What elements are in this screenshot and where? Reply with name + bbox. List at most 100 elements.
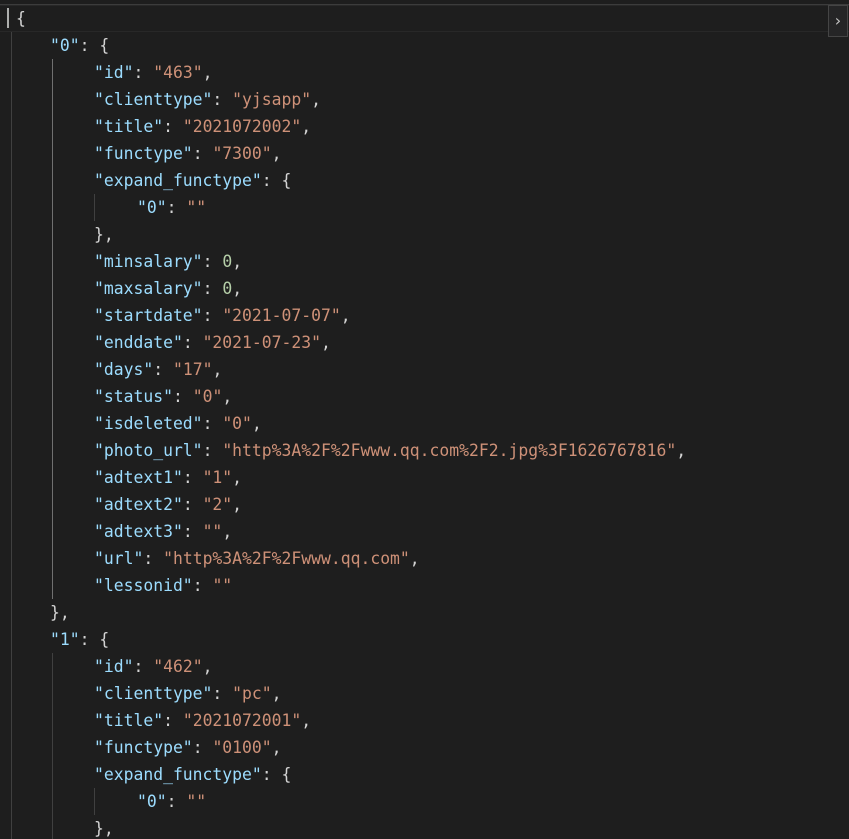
colon: : bbox=[182, 468, 203, 487]
code-line: "clienttype": "pc", bbox=[94, 680, 282, 707]
json-key: "status" bbox=[94, 387, 173, 406]
find-widget-toggle-button[interactable]: › bbox=[828, 5, 848, 37]
comma: , bbox=[202, 657, 213, 676]
comma: , bbox=[301, 117, 312, 136]
indent-guide bbox=[11, 32, 12, 839]
code-line: }, bbox=[94, 221, 114, 248]
code-line: "title": "2021072002", bbox=[94, 113, 311, 140]
root-open-brace: { bbox=[16, 9, 26, 28]
open-brace: { bbox=[281, 765, 292, 784]
json-value: "" bbox=[202, 522, 223, 541]
json-key: "isdeleted" bbox=[94, 414, 203, 433]
colon: : bbox=[202, 306, 223, 325]
json-value: "2021072002" bbox=[182, 117, 302, 136]
colon: : bbox=[163, 711, 183, 730]
json-key: "expand_functype" bbox=[94, 171, 262, 190]
code-line: "isdeleted": "0", bbox=[94, 410, 262, 437]
code-line: "enddate": "2021-07-23", bbox=[94, 329, 331, 356]
close-brace: }, bbox=[94, 819, 114, 838]
code-line: "0": "" bbox=[137, 788, 206, 815]
code-line: "maxsalary": 0, bbox=[94, 275, 242, 302]
comma: , bbox=[301, 711, 312, 730]
colon: : bbox=[143, 549, 164, 568]
comma: , bbox=[320, 333, 331, 352]
json-key: "functype" bbox=[94, 144, 193, 163]
colon: : bbox=[182, 522, 203, 541]
json-value: "0" bbox=[192, 387, 223, 406]
comma: , bbox=[409, 549, 420, 568]
json-value: "yjsapp" bbox=[232, 90, 312, 109]
comma: , bbox=[222, 387, 233, 406]
colon: : bbox=[133, 63, 154, 82]
json-key: "1" bbox=[50, 630, 80, 649]
json-key: "0" bbox=[50, 36, 80, 55]
code-line: "id": "463", bbox=[94, 59, 212, 86]
colon: : bbox=[172, 387, 193, 406]
comma: , bbox=[222, 522, 233, 541]
json-key: "enddate" bbox=[94, 333, 183, 352]
open-brace: { bbox=[99, 36, 110, 55]
comma: , bbox=[251, 414, 262, 433]
code-line: "0": { bbox=[50, 32, 109, 59]
comma: , bbox=[340, 306, 351, 325]
comma: , bbox=[232, 495, 243, 514]
code-line: "expand_functype": { bbox=[94, 167, 291, 194]
json-value: "0100" bbox=[212, 738, 272, 757]
json-value: "" bbox=[186, 198, 207, 217]
comma: , bbox=[202, 63, 213, 82]
current-line-highlight bbox=[0, 5, 849, 32]
colon: : bbox=[192, 576, 213, 595]
json-number: 0 bbox=[222, 279, 233, 298]
json-key: "adtext2" bbox=[94, 495, 183, 514]
indent-guide bbox=[94, 788, 95, 815]
comma: , bbox=[271, 144, 282, 163]
code-line: }, bbox=[94, 815, 114, 839]
comma: , bbox=[212, 360, 223, 379]
open-brace: { bbox=[281, 171, 292, 190]
colon: : bbox=[212, 684, 233, 703]
comma: , bbox=[232, 279, 243, 298]
code-line: { bbox=[16, 5, 26, 32]
json-key: "minsalary" bbox=[94, 252, 203, 271]
colon: : bbox=[202, 252, 223, 271]
json-value: "http%3A%2F%2Fwww.qq.com" bbox=[163, 549, 410, 568]
comma: , bbox=[271, 738, 282, 757]
code-line: "days": "17", bbox=[94, 356, 222, 383]
colon: : bbox=[182, 495, 203, 514]
chevron-right-icon: › bbox=[834, 11, 842, 30]
colon: : bbox=[153, 360, 173, 379]
json-number: 0 bbox=[222, 252, 233, 271]
colon: : bbox=[79, 630, 100, 649]
json-key: "0" bbox=[137, 198, 167, 217]
json-key: "startdate" bbox=[94, 306, 203, 325]
colon: : bbox=[166, 792, 187, 811]
close-brace: }, bbox=[50, 603, 70, 622]
colon: : bbox=[202, 279, 223, 298]
json-key: "days" bbox=[94, 360, 154, 379]
colon: : bbox=[133, 657, 154, 676]
code-editor[interactable]: { "0": { "id": "463", "clienttype": "yjs… bbox=[0, 0, 849, 839]
close-brace: }, bbox=[94, 225, 114, 244]
code-line: "minsalary": 0, bbox=[94, 248, 242, 275]
colon: : bbox=[192, 738, 213, 757]
code-line: "adtext2": "2", bbox=[94, 491, 242, 518]
json-value: "1" bbox=[202, 468, 233, 487]
code-line: "startdate": "2021-07-07", bbox=[94, 302, 351, 329]
colon: : bbox=[212, 90, 233, 109]
code-line: "expand_functype": { bbox=[94, 761, 291, 788]
code-line: "0": "" bbox=[137, 194, 206, 221]
code-line: "adtext1": "1", bbox=[94, 464, 242, 491]
code-line: "photo_url": "http%3A%2F%2Fwww.qq.com%2F… bbox=[94, 437, 686, 464]
json-value: "http%3A%2F%2Fwww.qq.com%2F2.jpg%3F16267… bbox=[222, 441, 677, 460]
code-line: "status": "0", bbox=[94, 383, 232, 410]
json-value: "" bbox=[186, 792, 207, 811]
comma: , bbox=[232, 252, 243, 271]
json-value: "17" bbox=[172, 360, 213, 379]
json-key: "id" bbox=[94, 657, 134, 676]
code-line: "clienttype": "yjsapp", bbox=[94, 86, 321, 113]
indent-guide bbox=[52, 653, 53, 839]
json-key: "maxsalary" bbox=[94, 279, 203, 298]
json-key: "adtext1" bbox=[94, 468, 183, 487]
code-line: "functype": "0100", bbox=[94, 734, 282, 761]
comma: , bbox=[311, 90, 321, 109]
